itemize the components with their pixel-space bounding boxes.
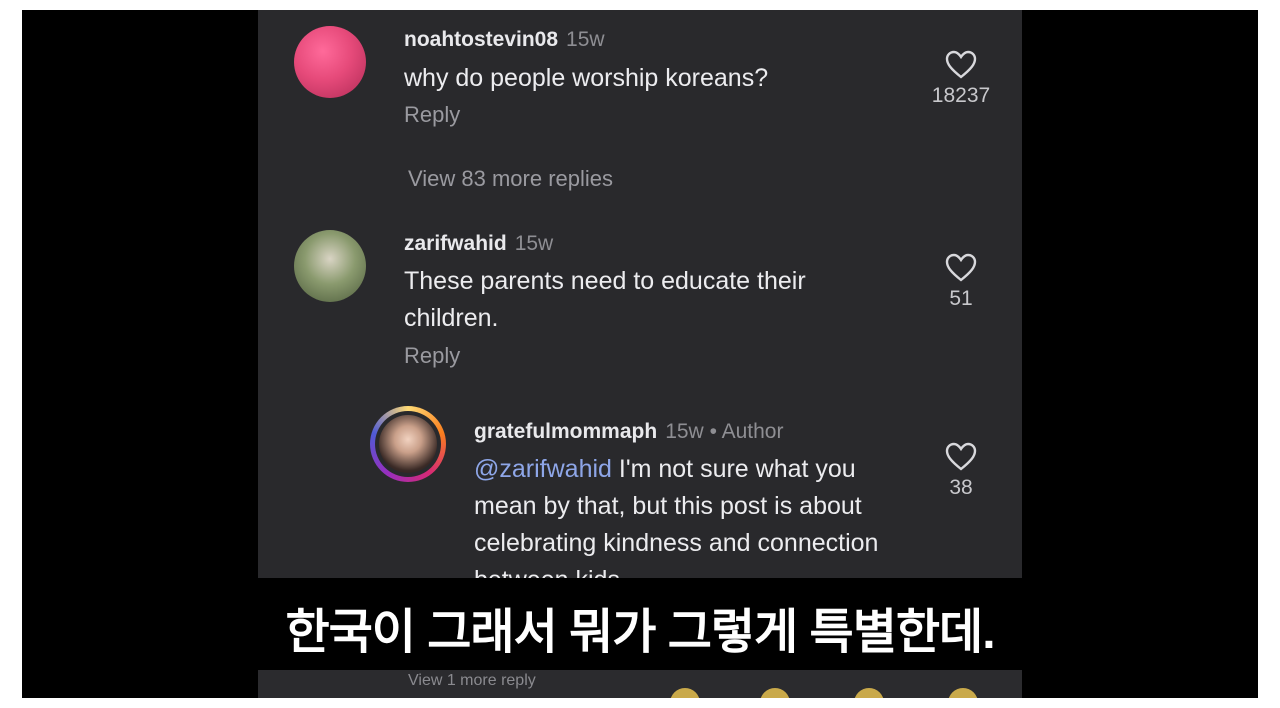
- like-button[interactable]: 51: [926, 253, 996, 311]
- avatar[interactable]: [294, 26, 366, 98]
- like-count: 38: [949, 476, 973, 499]
- emoji-icon[interactable]: [854, 688, 884, 698]
- emoji-icon[interactable]: [948, 688, 978, 698]
- username-text[interactable]: zarifwahid: [404, 232, 507, 255]
- author-badge: • Author: [709, 420, 784, 443]
- avatar-photo: [379, 415, 437, 473]
- reply-button[interactable]: Reply: [404, 343, 460, 369]
- comment-text: why do people worship koreans?: [404, 64, 769, 92]
- comment-text: @zarifwahid I'm not sure what you mean b…: [474, 451, 894, 599]
- comment-age: 15w: [665, 420, 704, 443]
- username-text[interactable]: noahtostevin08: [404, 28, 558, 51]
- username-text[interactable]: gratefulmommaph: [474, 420, 657, 443]
- emoji-icon[interactable]: [760, 688, 790, 698]
- partial-comment-strip: View 1 more reply: [258, 670, 1022, 698]
- emoji-icon[interactable]: [670, 688, 700, 698]
- like-count: 18237: [931, 84, 991, 107]
- heart-icon[interactable]: [945, 442, 977, 472]
- comment-age: 15w: [566, 28, 605, 51]
- mention-link[interactable]: @zarifwahid: [474, 455, 612, 483]
- avatar[interactable]: [294, 230, 366, 302]
- comment-username[interactable]: gratefulmommaph 15w • Author: [474, 420, 783, 444]
- subtitle-caption: 한국이 그래서 뭐가 그렇게 특별한데.: [285, 606, 995, 659]
- comment-text: These parents need to educate their chil…: [404, 267, 806, 332]
- heart-icon[interactable]: [945, 50, 977, 80]
- like-button[interactable]: 38: [926, 442, 996, 500]
- comment-username[interactable]: zarifwahid 15w: [404, 232, 553, 256]
- view-more-replies-button[interactable]: View 83 more replies: [408, 166, 613, 192]
- heart-icon[interactable]: [945, 253, 977, 283]
- comment-username[interactable]: noahtostevin08 15w: [404, 28, 605, 52]
- comment-age: 15w: [514, 232, 554, 255]
- video-frame: noahtostevin08 15w why do people worship …: [22, 10, 1258, 698]
- like-button[interactable]: 18237: [926, 50, 996, 108]
- story-ring-avatar[interactable]: [370, 406, 446, 482]
- subtitle-bar: 한국이 그래서 뭐가 그렇게 특별한데.: [258, 578, 1022, 670]
- view-more-fragment[interactable]: View 1 more reply: [408, 672, 536, 690]
- like-count: 51: [949, 287, 973, 310]
- reply-button[interactable]: Reply: [404, 102, 460, 128]
